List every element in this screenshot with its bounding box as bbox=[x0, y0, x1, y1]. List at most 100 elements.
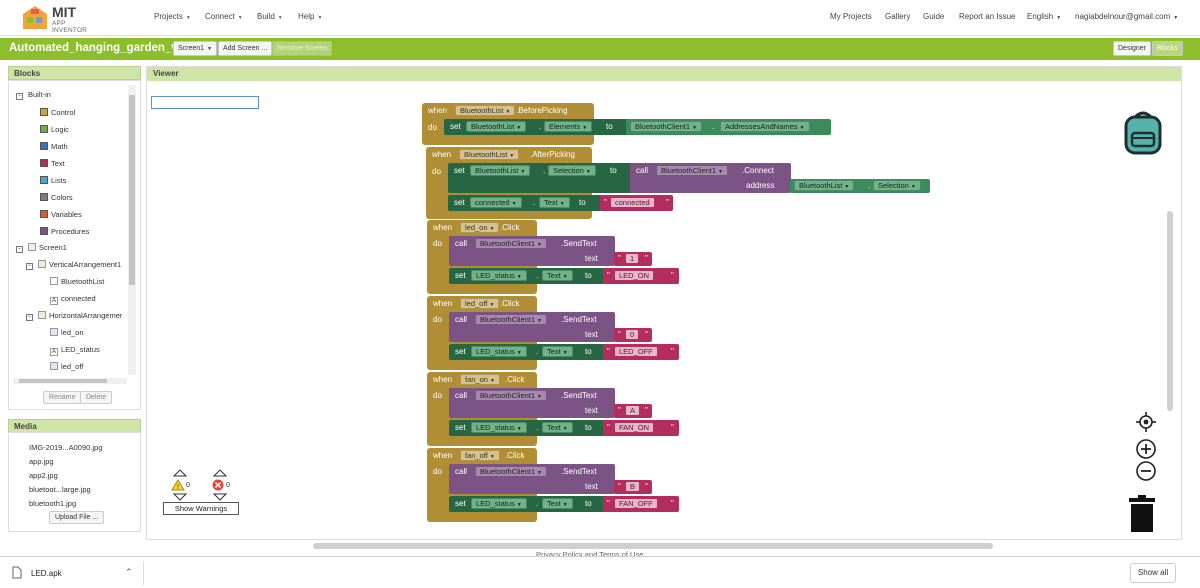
media-file[interactable]: IMG-2019...A0090.jpg bbox=[29, 443, 102, 452]
show-warnings-button[interactable]: Show Warnings bbox=[163, 502, 239, 515]
component-dropdown[interactable]: BluetoothList ▼ bbox=[459, 149, 520, 160]
component-dropdown[interactable]: fan_off ▼ bbox=[460, 450, 500, 461]
component-dropdown[interactable]: LED_status ▼ bbox=[471, 346, 527, 357]
screen-selector[interactable]: Screen1 ▼ bbox=[173, 41, 218, 56]
component-dropdown[interactable]: BluetoothList ▼ bbox=[470, 165, 531, 176]
builtin-lists[interactable]: Lists bbox=[40, 176, 66, 185]
menu-projects[interactable]: Projects ▼ bbox=[154, 12, 191, 21]
tree-led-status[interactable]: A LED_status bbox=[50, 345, 100, 356]
property-dropdown[interactable]: Text ▼ bbox=[542, 498, 573, 509]
backpack-icon[interactable] bbox=[1120, 111, 1166, 157]
menu-build[interactable]: Build ▼ bbox=[257, 12, 283, 21]
set-block-led-status-text[interactable]: set LED_status ▼. Text ▼ to bbox=[449, 496, 606, 512]
tree-led-on[interactable]: led_on bbox=[50, 328, 84, 337]
trash-icon[interactable] bbox=[1127, 495, 1157, 533]
text-value[interactable]: B bbox=[625, 481, 641, 492]
text-value[interactable]: 1 bbox=[625, 253, 640, 264]
builtin-text[interactable]: Text bbox=[40, 159, 65, 168]
text-value[interactable]: LED_OFF bbox=[614, 346, 658, 357]
center-view-icon[interactable] bbox=[1135, 411, 1157, 433]
component-dropdown[interactable]: led_on ▼ bbox=[460, 222, 500, 233]
property-dropdown[interactable]: Text ▼ bbox=[542, 270, 573, 281]
show-all-button[interactable]: Show all bbox=[1130, 563, 1176, 583]
property-dropdown[interactable]: AddressesAndNames ▼ bbox=[720, 121, 810, 132]
component-dropdown[interactable]: LED_status ▼ bbox=[471, 422, 527, 433]
property-dropdown[interactable]: Text ▼ bbox=[542, 422, 573, 433]
text-value[interactable]: connected bbox=[610, 197, 655, 208]
call-block-sendtext[interactable]: call BluetoothClient1 ▼ .SendText text bbox=[449, 388, 615, 418]
property-dropdown[interactable]: Selection ▼ bbox=[873, 180, 921, 191]
link-guide[interactable]: Guide bbox=[923, 12, 944, 21]
collapse-icon[interactable]: − bbox=[26, 314, 33, 321]
text-block-arg[interactable]: " A " bbox=[614, 404, 652, 418]
next-warning-icon[interactable] bbox=[173, 493, 187, 501]
component-dropdown[interactable]: LED_status ▼ bbox=[471, 498, 527, 509]
text-value[interactable]: A bbox=[625, 405, 641, 416]
component-dropdown[interactable]: BluetoothClient1 ▼ bbox=[656, 165, 728, 176]
tree-h-scrollbar[interactable] bbox=[13, 378, 127, 384]
next-error-icon[interactable] bbox=[213, 493, 227, 501]
text-block-status[interactable]: " LED_ON " bbox=[603, 268, 679, 284]
component-dropdown[interactable]: BluetoothList ▼ bbox=[466, 121, 527, 132]
set-block-connected-text[interactable]: set connected ▼ . Text ▼ to bbox=[448, 195, 603, 211]
rename-button[interactable]: Rename bbox=[43, 391, 82, 404]
text-block-arg[interactable]: " 0 " bbox=[614, 328, 652, 342]
collapse-icon[interactable]: − bbox=[16, 93, 23, 100]
collapse-icon[interactable]: − bbox=[26, 263, 33, 270]
text-value[interactable]: FAN_ON bbox=[614, 422, 655, 433]
app-inventor-logo[interactable]: MIT APP INVENTOR bbox=[22, 3, 102, 34]
text-block-arg[interactable]: " B " bbox=[614, 480, 652, 494]
builtin-control[interactable]: Control bbox=[40, 108, 75, 117]
property-dropdown[interactable]: Text ▼ bbox=[539, 197, 570, 208]
text-block-status[interactable]: " FAN_ON " bbox=[603, 420, 679, 436]
component-dropdown[interactable]: BluetoothClient1 ▼ bbox=[475, 314, 547, 325]
account-menu[interactable]: nagiabdelnour@gmail.com ▼ bbox=[1075, 12, 1178, 21]
set-block-selection[interactable]: set BluetoothList ▼ . Selection ▼ to bbox=[448, 163, 633, 193]
zoom-out-icon[interactable] bbox=[1135, 460, 1157, 482]
call-block-connect[interactable]: call BluetoothClient1 ▼ .Connect address bbox=[630, 163, 791, 193]
set-block-led-status-text[interactable]: set LED_status ▼. Text ▼ to bbox=[449, 420, 606, 436]
media-file[interactable]: app.jpg bbox=[29, 457, 54, 466]
set-block-led-status-text[interactable]: set LED_status ▼. Text ▼ to bbox=[449, 344, 606, 360]
collapse-icon[interactable]: − bbox=[16, 246, 23, 253]
language-menu[interactable]: English ▼ bbox=[1027, 12, 1061, 21]
tree-led-off[interactable]: led_off bbox=[50, 362, 83, 371]
property-dropdown[interactable]: Selection ▼ bbox=[548, 165, 596, 176]
getter-block-addresses[interactable]: BluetoothClient1 ▼ . AddressesAndNames ▼ bbox=[626, 119, 831, 135]
workspace-h-scrollbar[interactable] bbox=[313, 543, 993, 549]
menu-connect[interactable]: Connect ▼ bbox=[205, 12, 243, 21]
tree-bluetoothlist[interactable]: BluetoothList bbox=[50, 277, 104, 286]
previous-warning-icon[interactable] bbox=[173, 469, 187, 477]
remove-screen-button[interactable]: Remove Screen bbox=[272, 41, 333, 56]
media-file[interactable]: bluetooth1.jpg bbox=[29, 499, 76, 508]
tree-vertical-arrangement[interactable]: − VerticalArrangement1 bbox=[26, 260, 121, 270]
component-dropdown[interactable]: LED_status ▼ bbox=[471, 270, 527, 281]
link-gallery[interactable]: Gallery bbox=[885, 12, 910, 21]
text-block-status[interactable]: " FAN_OFF " bbox=[603, 496, 679, 512]
tree-builtin[interactable]: − Built-in bbox=[16, 90, 51, 100]
chevron-up-icon[interactable]: ⌃ bbox=[125, 567, 133, 578]
builtin-math[interactable]: Math bbox=[40, 142, 68, 151]
component-dropdown[interactable]: led_off ▼ bbox=[460, 298, 500, 309]
delete-button[interactable]: Delete bbox=[80, 391, 113, 404]
link-report-issue[interactable]: Report an Issue bbox=[959, 12, 1015, 21]
tree-horizontal-arrangement[interactable]: − HorizontalArrangemer bbox=[26, 311, 122, 321]
text-value[interactable]: 0 bbox=[625, 329, 640, 340]
component-dropdown[interactable]: BluetoothList ▼ bbox=[794, 180, 855, 191]
add-screen-button[interactable]: Add Screen ... bbox=[218, 41, 273, 56]
blocks-button[interactable]: Blocks bbox=[1152, 41, 1183, 56]
set-block-led-status-text[interactable]: set LED_status ▼. Text ▼ to bbox=[449, 268, 606, 284]
download-item[interactable]: LED.apk ⌃ bbox=[8, 561, 144, 585]
component-dropdown[interactable]: BluetoothList ▼ bbox=[455, 105, 516, 116]
previous-error-icon[interactable] bbox=[213, 469, 227, 477]
menu-help[interactable]: Help ▼ bbox=[298, 12, 322, 21]
getter-block-selection[interactable]: BluetoothList ▼ . Selection ▼ bbox=[790, 179, 930, 193]
text-value[interactable]: LED_ON bbox=[614, 270, 655, 281]
builtin-colors[interactable]: Colors bbox=[40, 193, 73, 202]
builtin-variables[interactable]: Variables bbox=[40, 210, 82, 219]
text-block-arg[interactable]: " 1 " bbox=[614, 252, 652, 266]
property-dropdown[interactable]: Text ▼ bbox=[542, 346, 573, 357]
component-dropdown[interactable]: BluetoothClient1 ▼ bbox=[630, 121, 702, 132]
text-value[interactable]: FAN_OFF bbox=[614, 498, 658, 509]
workspace-v-scrollbar[interactable] bbox=[1167, 211, 1173, 411]
